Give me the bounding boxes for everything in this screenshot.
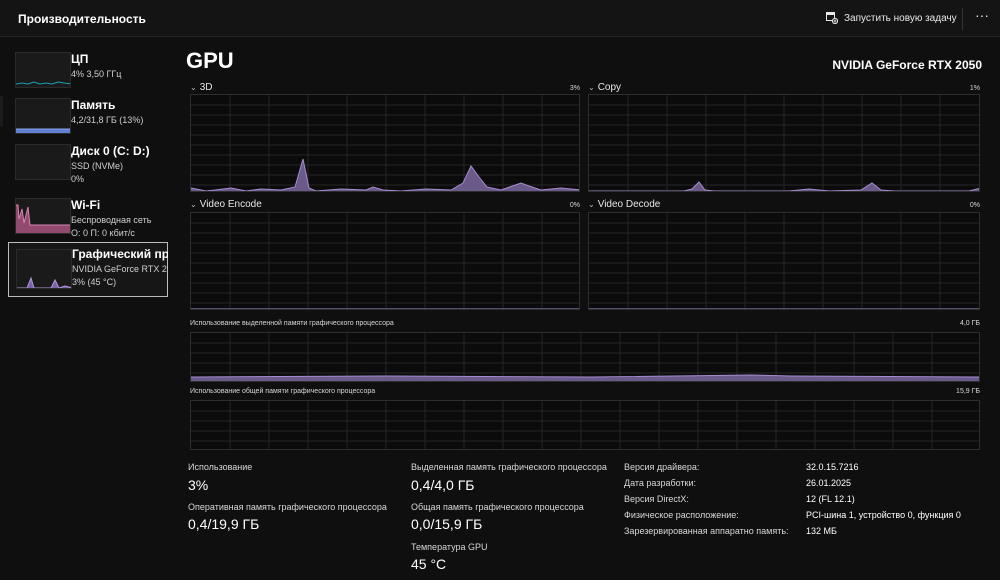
sidebar-item-disk[interactable]: Диск 0 (C: D:) SSD (NVMe) 0% (8, 140, 168, 188)
engine-video-decode-graph (588, 212, 980, 310)
chevron-down-icon: ⌄ (588, 83, 595, 92)
engine-label: Copy (597, 82, 622, 93)
sidebar-accent (0, 96, 3, 126)
dedicated-memory-value: 0,4/4,0 ГБ (411, 477, 475, 493)
usage-value: 3% (188, 477, 209, 493)
sidebar-item-detail: 3% (45 °C) (72, 277, 117, 287)
dedicated-memory-graph-label: Использование выделенной памяти графичес… (190, 320, 394, 327)
engine-copy-selector[interactable]: ⌄ Copy (588, 82, 621, 93)
info-key-driver-date: Дата разработки: (624, 478, 697, 488)
sidebar-item-name: Память (71, 98, 116, 112)
engine-video-decode-selector[interactable]: ⌄ Video Decode (588, 199, 660, 210)
sidebar-item-memory[interactable]: Память 4,2/31,8 ГБ (13%) (8, 94, 168, 142)
engine-label: 3D (199, 82, 213, 93)
shared-memory-label: Общая память графического процессора (411, 502, 584, 512)
sidebar-item-detail: 0% (71, 174, 85, 184)
chevron-down-icon: ⌄ (190, 83, 197, 92)
engine-copy-graph (588, 94, 980, 192)
shared-memory-graph-label: Использование общей памяти графического … (190, 388, 376, 395)
sidebar-item-name: ЦП (71, 52, 89, 66)
sidebar-item-cpu[interactable]: ЦП 4% 3,50 ГГц (8, 48, 168, 96)
usage-label: Использование (188, 462, 253, 472)
run-new-task-button[interactable]: Запустить новую задачу (826, 9, 957, 27)
more-options-button[interactable]: ··· (972, 8, 992, 27)
engine-3d-selector[interactable]: ⌄ 3D (190, 82, 213, 93)
info-key-reserved-memory: Зарезервированная аппаратно память: (624, 526, 789, 536)
info-value-physical-location: PCI-шина 1, устройство 0, функция 0 (806, 510, 961, 520)
engine-label: Video Decode (597, 199, 661, 210)
sidebar: ЦП 4% 3,50 ГГц Память 4,2/31,8 ГБ (13%) … (0, 38, 168, 580)
engine-percent: 0% (569, 202, 580, 209)
info-value-driver-version: 32.0.15.7216 (806, 462, 859, 472)
engine-percent: 3% (569, 85, 580, 92)
engine-percent: 0% (969, 202, 980, 209)
info-value-directx: 12 (FL 12.1) (806, 494, 855, 504)
sidebar-item-detail: SSD (NVMe) (71, 161, 124, 171)
dedicated-memory-graph (190, 332, 980, 382)
engine-label: Video Encode (199, 199, 262, 210)
shared-memory-max: 15,9 ГБ (956, 388, 980, 395)
sidebar-item-detail: NVIDIA GeForce RTX 2050 (72, 264, 168, 274)
gpu-ram-label: Оперативная память графического процессо… (188, 502, 387, 512)
shared-memory-graph (190, 400, 980, 450)
gpu-ram-value: 0,4/19,9 ГБ (188, 516, 260, 532)
gpu-temperature-label: Температура GPU (411, 542, 488, 552)
wifi-thumbnail-graph (15, 198, 71, 234)
engine-video-encode-selector[interactable]: ⌄ Video Encode (190, 199, 262, 210)
info-value-driver-date: 26.01.2025 (806, 478, 852, 488)
engine-percent: 1% (969, 85, 980, 92)
dedicated-memory-label: Выделенная память графического процессор… (411, 462, 607, 472)
cpu-thumbnail-graph (15, 52, 71, 88)
info-key-physical-location: Физическое расположение: (624, 510, 739, 520)
page-title: Производительность (18, 12, 146, 26)
gpu-thumbnail-graph (16, 249, 72, 289)
titlebar-divider (962, 8, 963, 30)
gpu-panel: GPU NVIDIA GeForce RTX 2050 ⌄ 3D 3% ⌄ Co… (168, 38, 1000, 580)
sidebar-item-name: Wi-Fi (71, 198, 101, 212)
gpu-temperature-value: 45 °C (411, 556, 447, 572)
run-new-task-label: Запустить новую задачу (844, 12, 957, 24)
disk-thumbnail-graph (15, 144, 71, 180)
sidebar-item-detail: 4,2/31,8 ГБ (13%) (71, 115, 144, 125)
engine-video-encode-graph (190, 212, 580, 310)
engine-3d-graph (190, 94, 580, 192)
gpu-title: GPU (186, 48, 234, 73)
gpu-model-name: NVIDIA GeForce RTX 2050 (832, 58, 982, 72)
sidebar-item-name: Графический процессор 0 (72, 247, 168, 261)
title-bar: Производительность Запустить новую задач… (0, 0, 1000, 37)
dedicated-memory-max: 4,0 ГБ (959, 320, 980, 327)
chevron-down-icon: ⌄ (588, 200, 595, 209)
sidebar-item-gpu[interactable]: Графический процессор 0 NVIDIA GeForce R… (8, 242, 168, 297)
sidebar-item-name: Диск 0 (C: D:) (71, 144, 150, 158)
chevron-down-icon: ⌄ (190, 200, 197, 209)
sidebar-item-detail: Беспроводная сеть (71, 215, 152, 225)
sidebar-item-wifi[interactable]: Wi-Fi Беспроводная сеть О: 0 П: 0 кбит/с (8, 194, 168, 242)
info-key-directx: Версия DirectX: (624, 494, 689, 504)
new-task-icon (826, 12, 838, 24)
sidebar-item-detail: 4% 3,50 ГГц (71, 69, 122, 79)
info-value-reserved-memory: 132 МБ (806, 526, 837, 536)
memory-thumbnail-graph (15, 98, 71, 134)
shared-memory-value: 0,0/15,9 ГБ (411, 516, 483, 532)
info-key-driver-version: Версия драйвера: (624, 462, 700, 472)
sidebar-item-detail: О: 0 П: 0 кбит/с (71, 228, 135, 238)
